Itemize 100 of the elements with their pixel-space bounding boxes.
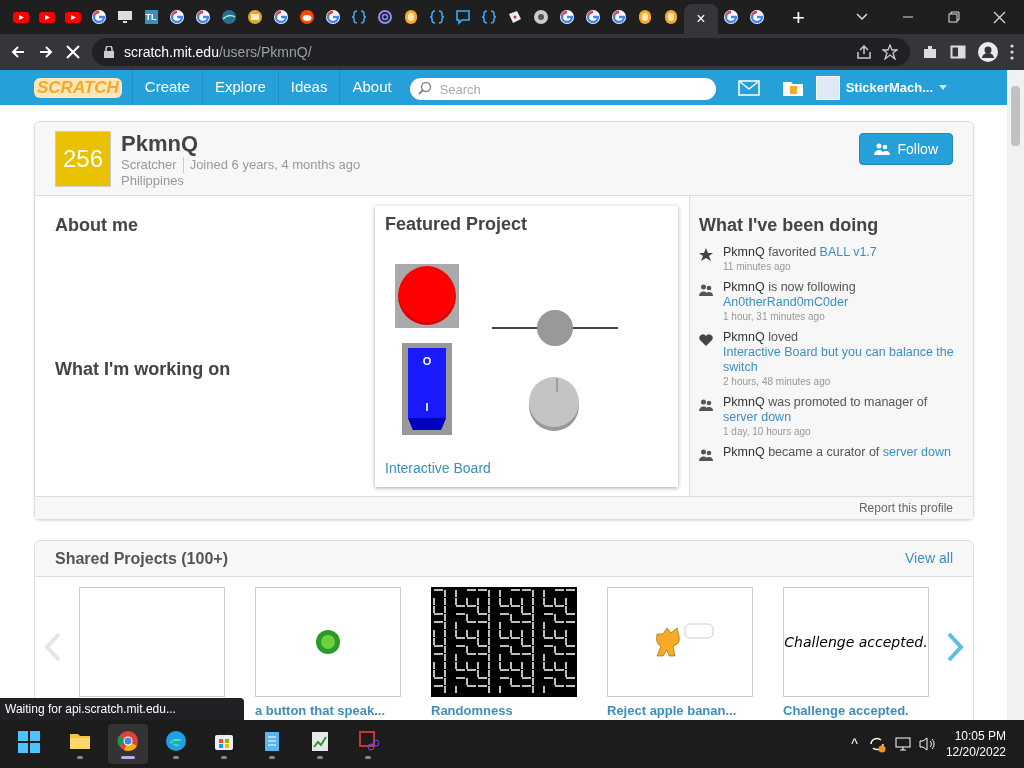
star-icon bbox=[699, 248, 713, 262]
chevron-down-icon[interactable] bbox=[856, 13, 868, 21]
people-icon bbox=[699, 448, 713, 462]
google-icon bbox=[559, 9, 575, 25]
activity-link[interactable]: server down bbox=[882, 445, 951, 460]
google-icon bbox=[325, 9, 341, 25]
volume-icon[interactable] bbox=[917, 736, 936, 752]
project-thumbnail[interactable] bbox=[431, 587, 577, 697]
project-thumbnail[interactable]: Challenge accepted. bbox=[783, 587, 929, 697]
account-name[interactable]: StickerMach... bbox=[845, 77, 934, 98]
dice-icon bbox=[507, 9, 523, 25]
section-heading: What I've been doing bbox=[699, 214, 880, 237]
activity-time: 2 hours, 48 minutes ago bbox=[723, 375, 832, 388]
report-link[interactable]: Report this profile bbox=[858, 499, 953, 517]
braces-icon bbox=[481, 9, 497, 25]
switch-label: I bbox=[425, 401, 429, 413]
activity-link[interactable]: An0therRand0mC0der bbox=[723, 295, 849, 310]
google-icon bbox=[749, 9, 765, 25]
google-icon bbox=[611, 9, 627, 25]
people-icon bbox=[873, 143, 890, 155]
scrollbar-thumb[interactable] bbox=[1011, 86, 1020, 146]
join-date: Joined 6 years, 4 months ago bbox=[188, 157, 361, 173]
browser-tab[interactable]: TL bbox=[138, 0, 164, 34]
activity-text: PkmnQ favorited BALL v1.7 bbox=[723, 245, 877, 260]
google-icon bbox=[585, 9, 601, 25]
activity-text: PkmnQ loved Interactive Board but you can balance the switch bbox=[723, 330, 964, 375]
activity-link[interactable]: server down bbox=[723, 410, 792, 425]
lock-icon bbox=[104, 46, 114, 58]
youtube-icon bbox=[39, 9, 55, 25]
taskbar-app[interactable] bbox=[108, 724, 148, 764]
scratch-cat-icon bbox=[663, 9, 679, 25]
google-icon bbox=[723, 9, 739, 25]
sidebar-icon[interactable] bbox=[950, 44, 966, 60]
follow-button[interactable]: Follow bbox=[858, 133, 953, 165]
edge-icon bbox=[164, 729, 188, 753]
menu-icon[interactable] bbox=[1010, 44, 1014, 60]
reddit-icon bbox=[299, 9, 315, 25]
activity-text: PkmnQ was promoted to manager of server down bbox=[723, 395, 929, 425]
section-heading: What I'm working on bbox=[55, 358, 232, 381]
share-icon[interactable] bbox=[856, 44, 872, 60]
activity-link[interactable]: Interactive Board but you can balance the switch bbox=[723, 345, 964, 375]
forward-icon[interactable] bbox=[38, 44, 54, 60]
heart-icon bbox=[699, 333, 713, 347]
activity-time: 11 minutes ago bbox=[723, 260, 792, 273]
project-thumbnail-drawing[interactable]: O I bbox=[395, 252, 655, 452]
braces-icon bbox=[429, 9, 445, 25]
section-heading: About me bbox=[55, 214, 139, 237]
youtube-icon bbox=[13, 9, 29, 25]
clock-time[interactable]: 10:05 PM bbox=[954, 728, 1006, 744]
browser-tab[interactable]: × bbox=[684, 4, 718, 34]
search-field[interactable]: Search bbox=[409, 78, 716, 100]
account-avatar[interactable] bbox=[815, 75, 840, 100]
scratch-cat-icon bbox=[403, 9, 419, 25]
favicon-text: TL bbox=[144, 10, 158, 24]
profile-username: PkmnQ bbox=[121, 131, 200, 157]
address-bar[interactable]: scratch.mit.edu/users/PkmnQ/ bbox=[92, 38, 910, 66]
google-icon bbox=[273, 9, 289, 25]
activity-link[interactable]: BALL v1.7 bbox=[819, 245, 877, 260]
chat-icon bbox=[455, 9, 471, 25]
star-icon[interactable] bbox=[882, 44, 898, 60]
google-icon bbox=[91, 9, 107, 25]
section-heading: Shared Projects (100+) bbox=[55, 548, 228, 569]
activity-text: PkmnQ became a curator of server down bbox=[723, 445, 951, 460]
project-title[interactable]: Challenge accepted. bbox=[783, 701, 929, 720]
windows-start-icon[interactable] bbox=[18, 731, 40, 753]
stop-loading-icon[interactable] bbox=[66, 45, 80, 59]
user-location: Philippines bbox=[121, 173, 185, 189]
network-icon[interactable] bbox=[893, 736, 912, 752]
close-icon[interactable] bbox=[993, 10, 1006, 24]
sync-icon[interactable] bbox=[867, 735, 886, 753]
close-tab-icon[interactable]: × bbox=[696, 7, 706, 31]
section-heading: Featured Project bbox=[385, 213, 529, 236]
activity-text: PkmnQ is now following An0therRand0mC0der bbox=[723, 280, 857, 310]
url-text: scratch.mit.edu/users/PkmnQ/ bbox=[124, 42, 312, 62]
project-link[interactable]: Interactive Board bbox=[385, 458, 491, 479]
new-tab-button[interactable]: + bbox=[792, 0, 805, 34]
project-title[interactable]: Reject apple banan... bbox=[607, 701, 753, 720]
user-avatar: 256 bbox=[55, 131, 111, 187]
activity-time: 1 day, 10 hours ago bbox=[723, 425, 812, 438]
status-tooltip: Waiting for api.scratch.mit.edu... bbox=[0, 698, 244, 720]
wave-icon bbox=[221, 9, 237, 25]
tray-chevron[interactable]: ^ bbox=[851, 733, 858, 755]
switch-label: O bbox=[422, 355, 432, 367]
clock-date[interactable]: 12/20/2022 bbox=[945, 744, 1006, 760]
profile-icon[interactable] bbox=[978, 42, 998, 62]
view-all-link[interactable]: View all bbox=[905, 548, 953, 569]
search-icon bbox=[417, 80, 432, 95]
user-role: Scratcher bbox=[121, 157, 184, 173]
messages-icon[interactable] bbox=[737, 79, 760, 96]
restore-icon[interactable] bbox=[947, 10, 960, 24]
youtube-icon bbox=[65, 9, 81, 25]
thumbnail-text: Challenge accepted. bbox=[784, 632, 928, 652]
back-icon[interactable] bbox=[10, 44, 26, 60]
people-icon bbox=[699, 283, 713, 297]
google-icon bbox=[195, 9, 211, 25]
project-title[interactable]: a button that speak... bbox=[255, 701, 401, 720]
activity-time: 1 hour, 31 minutes ago bbox=[723, 310, 826, 323]
monitor-icon bbox=[117, 9, 133, 25]
project-title[interactable]: Randomness bbox=[431, 701, 577, 720]
scratch-cat-icon bbox=[637, 9, 653, 25]
